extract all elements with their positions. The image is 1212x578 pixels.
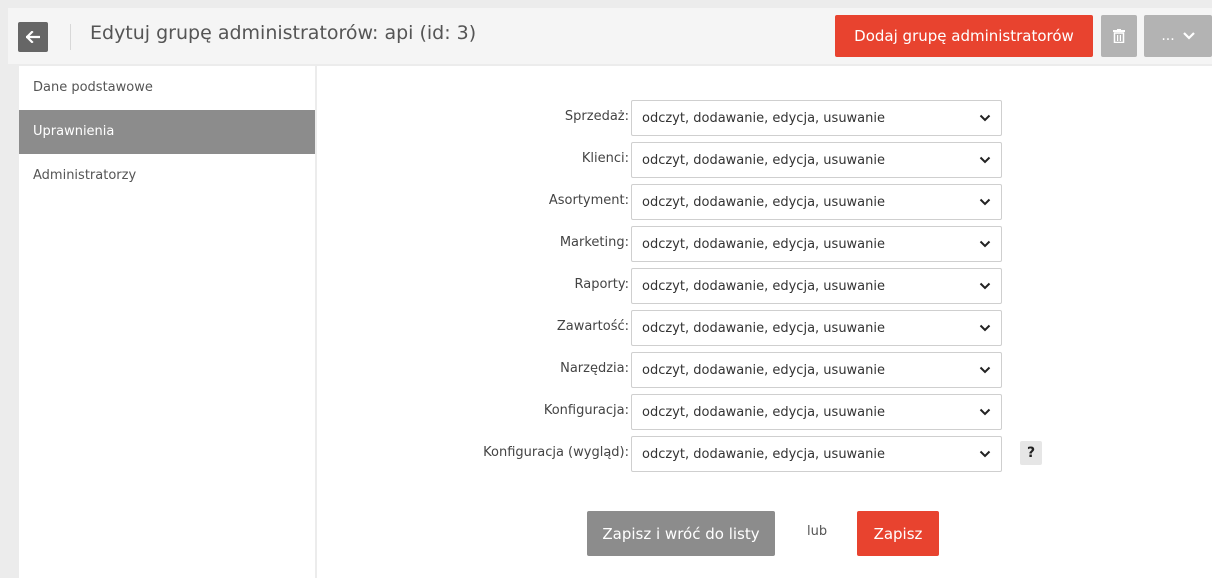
permission-label: Asortyment: [548, 193, 629, 208]
chevron-down-icon [979, 324, 991, 332]
chevron-down-icon [979, 114, 991, 122]
page-header: Edytuj grupę administratorów: api (id: 3… [8, 8, 1212, 64]
help-button[interactable]: ? [1020, 441, 1042, 465]
arrow-left-icon [26, 31, 40, 43]
permission-select-configuration[interactable]: odczyt, dodawanie, edycja, usuwanie [631, 394, 1002, 430]
permission-value: odczyt, dodawanie, edycja, usuwanie [642, 446, 886, 462]
permission-label: Konfiguracja (wygląd): [483, 445, 629, 460]
sidebar-item-permissions[interactable]: Uprawnienia [19, 110, 315, 154]
header-divider [70, 24, 71, 50]
permission-value: odczyt, dodawanie, edycja, usuwanie [642, 362, 886, 378]
page: Edytuj grupę administratorów: api (id: 3… [0, 0, 1212, 578]
chevron-down-icon [979, 156, 991, 164]
trash-icon [1113, 29, 1125, 43]
permission-value: odczyt, dodawanie, edycja, usuwanie [642, 404, 886, 420]
more-actions-label: ... [1161, 28, 1175, 44]
permission-value: odczyt, dodawanie, edycja, usuwanie [642, 110, 886, 126]
permission-value: odczyt, dodawanie, edycja, usuwanie [642, 194, 886, 210]
chevron-down-icon [1182, 32, 1195, 40]
save-and-back-button[interactable]: Zapisz i wróć do listy [587, 511, 775, 556]
permission-select-content[interactable]: odczyt, dodawanie, edycja, usuwanie [631, 310, 1002, 346]
permissions-form: Sprzedaż: odczyt, dodawanie, edycja, usu… [317, 66, 1212, 578]
permission-row: Asortyment: odczyt, dodawanie, edycja, u… [317, 181, 1212, 223]
permission-label: Zawartość: [556, 319, 629, 334]
permission-select-sales[interactable]: odczyt, dodawanie, edycja, usuwanie [631, 100, 1002, 136]
permission-select-configuration-appearance[interactable]: odczyt, dodawanie, edycja, usuwanie [631, 436, 1002, 472]
save-button[interactable]: Zapisz [857, 511, 939, 556]
chevron-down-icon [979, 198, 991, 206]
permission-label: Sprzedaż: [564, 109, 629, 124]
permission-row: Narzędzia: odczyt, dodawanie, edycja, us… [317, 349, 1212, 391]
sidebar-item-administrators[interactable]: Administratorzy [19, 154, 315, 198]
permission-select-marketing[interactable]: odczyt, dodawanie, edycja, usuwanie [631, 226, 1002, 262]
chevron-down-icon [979, 408, 991, 416]
permission-select-assortment[interactable]: odczyt, dodawanie, edycja, usuwanie [631, 184, 1002, 220]
permission-row: Sprzedaż: odczyt, dodawanie, edycja, usu… [317, 97, 1212, 139]
page-title: Edytuj grupę administratorów: api (id: 3… [90, 22, 477, 44]
permission-select-clients[interactable]: odczyt, dodawanie, edycja, usuwanie [631, 142, 1002, 178]
permission-label: Marketing: [559, 235, 629, 250]
permission-row: Marketing: odczyt, dodawanie, edycja, us… [317, 223, 1212, 265]
sidebar: Dane podstawowe Uprawnienia Administrato… [19, 66, 315, 578]
permission-row: Zawartość: odczyt, dodawanie, edycja, us… [317, 307, 1212, 349]
permission-row: Konfiguracja (wygląd): odczyt, dodawanie… [317, 433, 1212, 475]
permission-row: Konfiguracja: odczyt, dodawanie, edycja,… [317, 391, 1212, 433]
back-button[interactable] [18, 22, 48, 52]
form-actions: Zapisz i wróć do listy lub Zapisz [317, 511, 1212, 556]
permission-value: odczyt, dodawanie, edycja, usuwanie [642, 236, 886, 252]
permission-label: Narzędzia: [560, 361, 629, 376]
sidebar-item-basic-data[interactable]: Dane podstawowe [19, 66, 315, 110]
or-label: lub [807, 524, 828, 539]
permission-row: Klienci: odczyt, dodawanie, edycja, usuw… [317, 139, 1212, 181]
permission-value: odczyt, dodawanie, edycja, usuwanie [642, 278, 886, 294]
permission-select-tools[interactable]: odczyt, dodawanie, edycja, usuwanie [631, 352, 1002, 388]
permission-label: Klienci: [581, 151, 629, 166]
permission-row: Raporty: odczyt, dodawanie, edycja, usuw… [317, 265, 1212, 307]
permission-label: Konfiguracja: [543, 403, 629, 418]
chevron-down-icon [979, 240, 991, 248]
chevron-down-icon [979, 366, 991, 374]
permission-value: odczyt, dodawanie, edycja, usuwanie [642, 320, 886, 336]
chevron-down-icon [979, 450, 991, 458]
add-admin-group-button[interactable]: Dodaj grupę administratorów [835, 15, 1093, 57]
chevron-down-icon [979, 282, 991, 290]
delete-button[interactable] [1101, 15, 1137, 57]
permission-select-reports[interactable]: odczyt, dodawanie, edycja, usuwanie [631, 268, 1002, 304]
more-actions-button[interactable]: ... [1144, 15, 1212, 57]
permission-value: odczyt, dodawanie, edycja, usuwanie [642, 152, 886, 168]
permission-label: Raporty: [574, 277, 630, 292]
